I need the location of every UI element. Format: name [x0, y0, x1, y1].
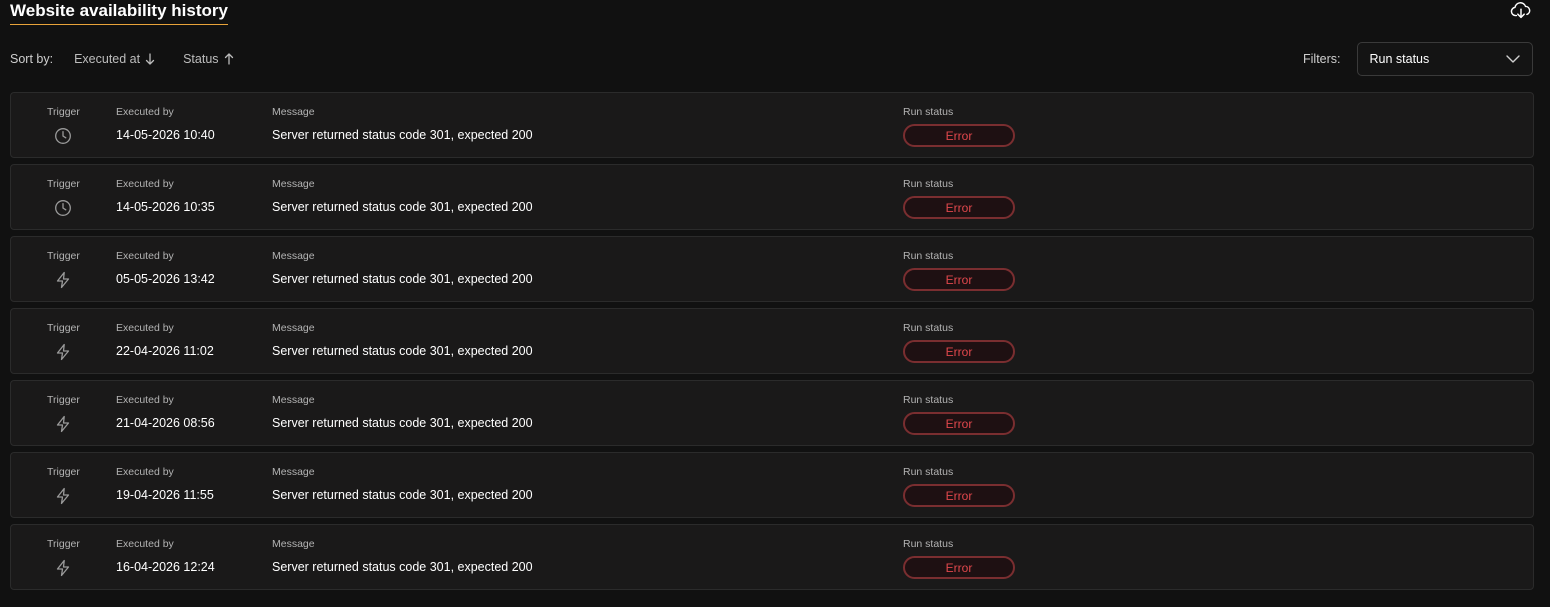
lightning-icon-graphic [56, 487, 70, 505]
lightning-icon-graphic [56, 415, 70, 433]
cloud-download-icon [1510, 2, 1531, 19]
sort-executed-at-button[interactable]: Executed at [74, 52, 155, 66]
message-label: Message [272, 106, 315, 118]
run-status-label: Run status [903, 106, 954, 118]
history-row[interactable]: Trigger Executed by 05-05-2026 13:42 Mes… [10, 236, 1534, 302]
history-row[interactable]: Trigger Executed by 19-04-2026 11:55 Mes… [10, 452, 1534, 518]
message-value: Server returned status code 301, expecte… [272, 200, 533, 214]
executed-by-label: Executed by [116, 538, 174, 550]
run-status-label: Run status [903, 250, 954, 262]
executed-at-value: 22-04-2026 11:02 [116, 344, 214, 358]
run-status-label: Run status [903, 322, 954, 334]
trigger-label: Trigger [47, 538, 80, 550]
status-badge: Error [903, 412, 1015, 435]
history-row[interactable]: Trigger Executed by 22-04-2026 11:02 Mes… [10, 308, 1534, 374]
executed-at-value: 21-04-2026 08:56 [116, 416, 215, 430]
filters-label: Filters: [1303, 52, 1341, 66]
lightning-icon-graphic [56, 559, 70, 577]
message-label: Message [272, 466, 315, 478]
download-button[interactable] [1509, 0, 1533, 22]
lightning-icon [54, 415, 72, 433]
filters: Filters: Run status [1303, 42, 1533, 76]
trigger-label: Trigger [47, 250, 80, 262]
arrow-up-icon [224, 53, 233, 65]
run-status-label: Run status [903, 394, 954, 406]
trigger-label: Trigger [47, 322, 80, 334]
trigger-label: Trigger [47, 106, 80, 118]
lightning-icon-graphic [56, 343, 70, 361]
clock-icon [54, 199, 72, 217]
run-status-select-value: Run status [1369, 52, 1430, 66]
trigger-label: Trigger [47, 466, 80, 478]
message-label: Message [272, 250, 315, 262]
page-title-wrap: Website availability history [10, 0, 228, 26]
run-status-label: Run status [903, 538, 954, 550]
sort-label: Sort by: [10, 52, 54, 66]
arrow-down-icon [145, 53, 155, 65]
message-label: Message [272, 538, 315, 550]
status-badge: Error [903, 268, 1015, 291]
sort-status-label: Status [183, 52, 219, 66]
run-status-label: Run status [903, 178, 954, 190]
status-badge: Error [903, 484, 1015, 507]
clock-icon-graphic [55, 200, 71, 216]
run-status-label: Run status [903, 466, 954, 478]
history-row[interactable]: Trigger Executed by 21-04-2026 08:56 Mes… [10, 380, 1534, 446]
status-badge: Error [903, 556, 1015, 579]
lightning-icon [54, 271, 72, 289]
message-label: Message [272, 322, 315, 334]
executed-by-label: Executed by [116, 250, 174, 262]
executed-at-value: 05-05-2026 13:42 [116, 272, 215, 286]
sort-bar: Sort by: Executed at Status [10, 50, 262, 68]
message-value: Server returned status code 301, expecte… [272, 560, 533, 574]
message-label: Message [272, 394, 315, 406]
lightning-icon-graphic [56, 271, 70, 289]
lightning-icon [54, 343, 72, 361]
lightning-icon [54, 487, 72, 505]
message-value: Server returned status code 301, expecte… [272, 272, 533, 286]
executed-by-label: Executed by [116, 322, 174, 334]
message-label: Message [272, 178, 315, 190]
history-row[interactable]: Trigger Executed by 14-05-2026 10:35 Mes… [10, 164, 1534, 230]
executed-by-label: Executed by [116, 466, 174, 478]
sort-executed-at-label: Executed at [74, 52, 141, 66]
message-value: Server returned status code 301, expecte… [272, 344, 533, 358]
history-list: Trigger Executed by 14-05-2026 10:40 Mes… [10, 92, 1534, 596]
message-value: Server returned status code 301, expecte… [272, 128, 533, 142]
page-title: Website availability history [10, 0, 228, 25]
executed-by-label: Executed by [116, 106, 174, 118]
history-row[interactable]: Trigger Executed by 16-04-2026 12:24 Mes… [10, 524, 1534, 590]
executed-at-value: 19-04-2026 11:55 [116, 488, 214, 502]
executed-at-value: 14-05-2026 10:35 [116, 200, 215, 214]
executed-at-value: 16-04-2026 12:24 [116, 560, 215, 574]
run-status-select[interactable]: Run status [1356, 42, 1533, 76]
status-badge: Error [903, 340, 1015, 363]
history-row[interactable]: Trigger Executed by 14-05-2026 10:40 Mes… [10, 92, 1534, 158]
sort-status-button[interactable]: Status [183, 52, 233, 66]
lightning-icon [54, 559, 72, 577]
message-value: Server returned status code 301, expecte… [272, 416, 533, 430]
status-badge: Error [903, 124, 1015, 147]
trigger-label: Trigger [47, 394, 80, 406]
executed-by-label: Executed by [116, 178, 174, 190]
clock-icon [54, 127, 72, 145]
message-value: Server returned status code 301, expecte… [272, 488, 533, 502]
executed-by-label: Executed by [116, 394, 174, 406]
trigger-label: Trigger [47, 178, 80, 190]
status-badge: Error [903, 196, 1015, 219]
clock-icon-graphic [55, 128, 71, 144]
executed-at-value: 14-05-2026 10:40 [116, 128, 215, 142]
chevron-down-icon [1505, 55, 1520, 63]
